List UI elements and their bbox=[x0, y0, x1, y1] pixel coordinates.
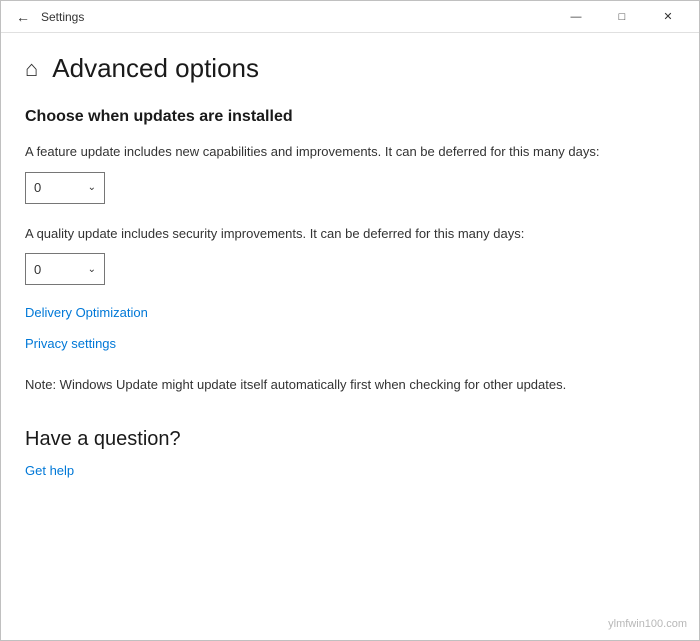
get-help-link[interactable]: Get help bbox=[25, 463, 675, 478]
feature-update-value: 0 bbox=[34, 180, 88, 195]
maximize-button[interactable]: □ bbox=[599, 1, 645, 33]
chevron-down-icon-2: ⌄ bbox=[88, 264, 96, 275]
title-bar: ← Settings — □ ✕ bbox=[1, 1, 699, 33]
settings-window: ← Settings — □ ✕ ⌂ Advanced options Choo… bbox=[0, 0, 700, 641]
quality-update-description: A quality update includes security impro… bbox=[25, 224, 675, 244]
page-header: ⌂ Advanced options bbox=[25, 53, 675, 84]
minimize-button[interactable]: — bbox=[553, 1, 599, 33]
main-content: ⌂ Advanced options Choose when updates a… bbox=[1, 33, 699, 640]
question-section: Have a question? Get help bbox=[25, 428, 675, 478]
chevron-down-icon: ⌄ bbox=[88, 182, 96, 193]
quality-update-dropdown-wrapper: 0 ⌄ bbox=[25, 253, 675, 285]
quality-update-value: 0 bbox=[34, 262, 88, 277]
feature-update-description: A feature update includes new capabiliti… bbox=[25, 142, 675, 162]
question-title: Have a question? bbox=[25, 428, 675, 451]
window-controls: — □ ✕ bbox=[553, 1, 691, 33]
page-title: Advanced options bbox=[52, 53, 259, 84]
note-text: Note: Windows Update might update itself… bbox=[25, 375, 605, 396]
back-button[interactable]: ← bbox=[9, 3, 37, 31]
feature-update-dropdown-wrapper: 0 ⌄ bbox=[25, 172, 675, 204]
back-icon: ← bbox=[16, 9, 30, 25]
feature-update-dropdown[interactable]: 0 ⌄ bbox=[25, 172, 105, 204]
close-button[interactable]: ✕ bbox=[645, 1, 691, 33]
window-title: Settings bbox=[41, 10, 553, 24]
watermark: ylmfwin100.com bbox=[608, 618, 687, 630]
privacy-settings-link[interactable]: Privacy settings bbox=[25, 336, 675, 351]
delivery-optimization-link[interactable]: Delivery Optimization bbox=[25, 305, 675, 320]
home-icon: ⌂ bbox=[25, 58, 38, 80]
quality-update-dropdown[interactable]: 0 ⌄ bbox=[25, 253, 105, 285]
section-title: Choose when updates are installed bbox=[25, 108, 675, 126]
